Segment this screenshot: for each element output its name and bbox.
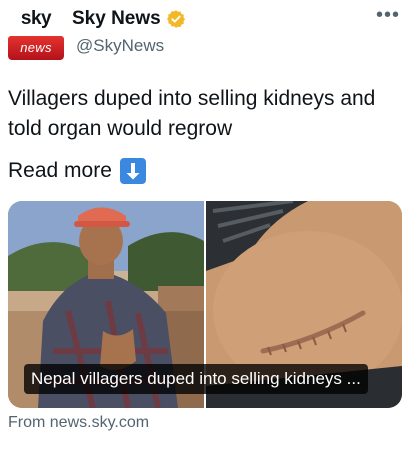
tweet-text: Villagers duped into selling kidneys and… [8, 87, 376, 140]
avatar[interactable]: sky news [8, 6, 64, 60]
display-name[interactable]: Sky News [72, 8, 161, 30]
account-handle[interactable]: @SkyNews [76, 36, 164, 56]
tweet[interactable]: sky news Sky News @SkyNews ••• Villagers… [0, 0, 418, 465]
verified-badge-icon [166, 10, 185, 28]
read-more-text: Read more [8, 159, 112, 182]
more-options-icon[interactable]: ••• [374, 5, 402, 28]
card-caption[interactable]: Nepal villagers duped into selling kidne… [24, 364, 368, 394]
read-more-line: Read more [8, 156, 146, 186]
card-source-link[interactable]: From news.sky.com [8, 414, 149, 432]
down-arrow-emoji-icon [119, 158, 146, 184]
sky-logo-text: sky [8, 6, 64, 32]
news-logo-text: news [8, 36, 64, 60]
author-name-row: Sky News [72, 8, 186, 30]
